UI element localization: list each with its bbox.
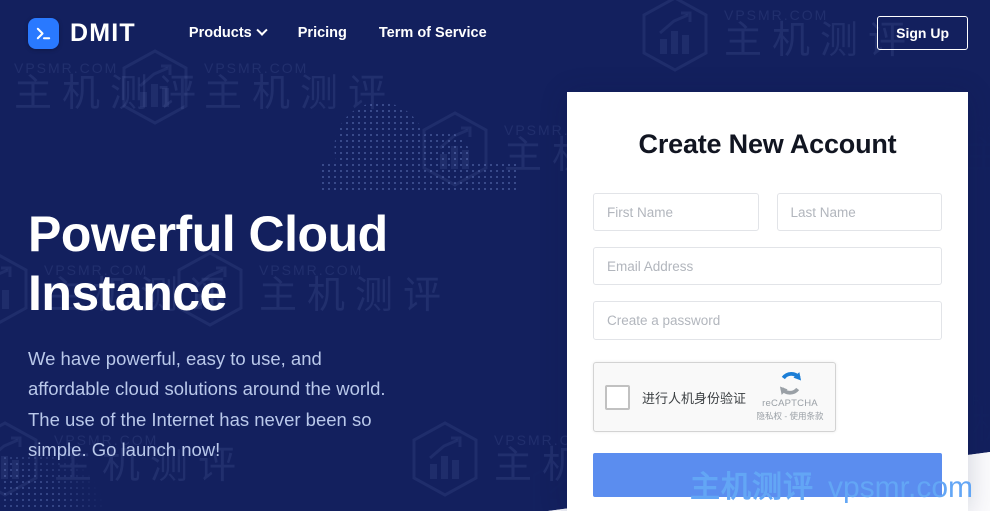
last-name-input[interactable] [776, 193, 942, 231]
overlay-watermark-cn: 主机测评 [690, 471, 814, 504]
hero-copy: Powerful Cloud Instance We have powerful… [28, 205, 448, 465]
signup-card: Create New Account 进行人机身份验证 [567, 92, 968, 511]
brand-logo[interactable]: DMIT [28, 17, 136, 49]
recaptcha-label: 进行人机身份验证 [642, 390, 747, 406]
recaptcha-branding: reCAPTCHA 隐私权 - 使用条款 [753, 370, 827, 422]
recaptcha-brand-name: reCAPTCHA [762, 398, 818, 409]
name-field-row [593, 193, 942, 231]
signup-button[interactable]: Sign Up [877, 16, 968, 50]
nav-item-pricing[interactable]: Pricing [298, 25, 347, 41]
overlay-watermark: 主机测评 vpsmr.com [690, 462, 973, 506]
recaptcha-legal-text[interactable]: 隐私权 - 使用条款 [753, 410, 827, 422]
hero-title-line2: Instance [28, 264, 227, 321]
terminal-prompt-icon [28, 17, 59, 49]
page-root: VPSMR.COM 主机测评 VPSMR.COM 主机测评 [0, 0, 990, 511]
dotted-cloud-decoration [320, 102, 520, 194]
nav-item-products[interactable]: Products [188, 24, 268, 41]
card-title: Create New Account [638, 129, 897, 159]
hero-title: Powerful Cloud Instance [28, 205, 448, 322]
brand-name: DMIT [70, 18, 136, 47]
recaptcha-widget[interactable]: 进行人机身份验证 reCAPTCHA 隐私权 - 使用条款 [593, 362, 836, 432]
nav-links: Products Pricing Term of Service [188, 24, 487, 41]
email-input[interactable] [593, 247, 942, 285]
recaptcha-checkbox[interactable] [605, 384, 630, 410]
hero-subtitle: We have powerful, easy to use, and affor… [28, 348, 386, 460]
password-input[interactable] [593, 301, 942, 340]
nav-item-products-label: Products [188, 25, 252, 41]
nav-item-term-of-service[interactable]: Term of Service [379, 25, 487, 41]
first-name-input[interactable] [593, 193, 759, 231]
recaptcha-logo-glyph [779, 372, 801, 395]
overlay-watermark-site: vpsmr.com [828, 471, 974, 504]
hero-title-line1: Powerful Cloud [28, 206, 388, 262]
terminal-glyph [36, 27, 51, 39]
top-navbar: DMIT Products Pricing Term of Service Si… [0, 0, 990, 66]
recaptcha-refresh-icon [753, 370, 827, 397]
chevron-down-icon [256, 24, 268, 36]
